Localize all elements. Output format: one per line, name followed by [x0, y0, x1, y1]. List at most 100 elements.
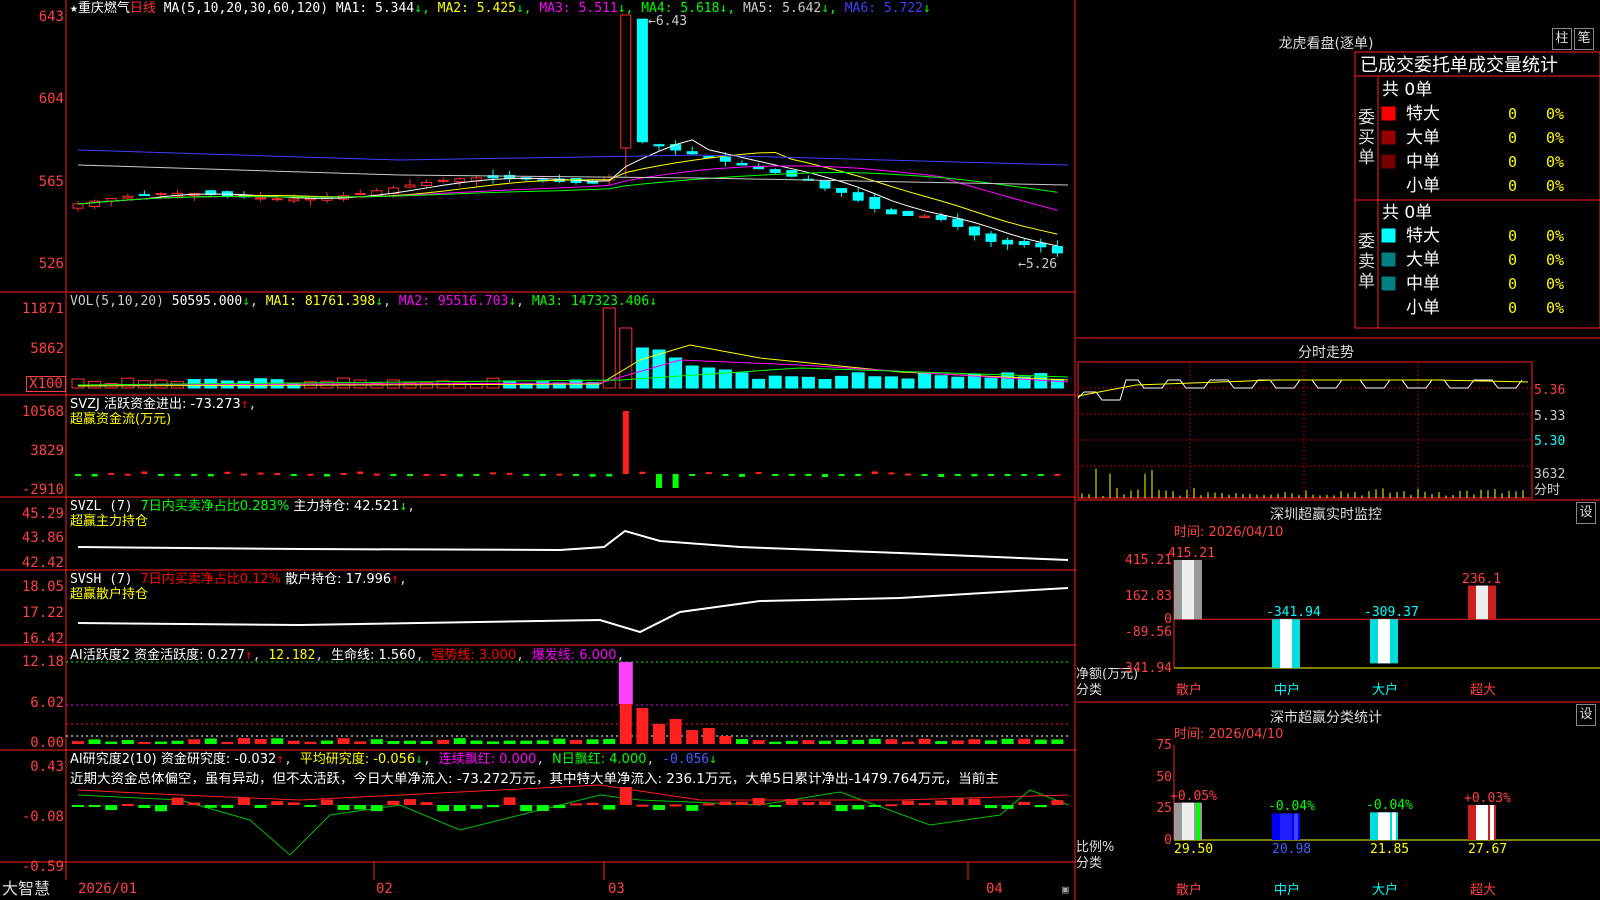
bar-highlight	[1378, 619, 1390, 664]
bar-accent	[1196, 802, 1200, 840]
fund-flow-bar	[75, 474, 81, 477]
activity-bar	[586, 739, 599, 744]
sz-class-change: +0.05%	[1170, 788, 1217, 804]
tick-view-button[interactable]: 笔	[1574, 28, 1594, 50]
ma-arrow: ↓,	[719, 1, 743, 16]
fund-flow-bar	[274, 473, 281, 476]
volume-bar	[984, 377, 998, 389]
svzj-sub: 超赢资金流(万元)	[70, 412, 172, 427]
candle-body	[952, 218, 964, 227]
candle-body	[919, 215, 931, 218]
ma-arrow: ↓,	[821, 1, 845, 16]
activity-bar	[72, 741, 84, 744]
ai1-ytick: 0.00	[30, 735, 64, 751]
sz-monitor-bar-label: -309.37	[1364, 605, 1419, 621]
activity-bar	[835, 740, 848, 744]
activity-bar	[503, 740, 516, 744]
candle-body	[885, 209, 897, 215]
row-name: 中单	[1406, 274, 1440, 294]
activity-bar	[736, 739, 748, 744]
activity-spike	[618, 662, 633, 704]
intraday-price: 5.33	[1534, 409, 1566, 424]
research-bar	[918, 803, 931, 806]
date-label: 04	[986, 881, 1003, 897]
vol-unit-button[interactable]: X100	[26, 376, 66, 392]
sz-monitor-settings-button[interactable]: 设	[1576, 502, 1596, 524]
volume-bar	[685, 365, 699, 389]
sz-class-settings-button[interactable]: 设	[1576, 704, 1596, 726]
sz-class-ytick: 75	[1156, 738, 1172, 753]
ma-value: MA6: 5.722	[844, 1, 923, 16]
research-bar	[785, 798, 798, 805]
row-value: 0	[1508, 129, 1518, 147]
fund-flow-bar	[855, 474, 862, 476]
candle-body	[985, 233, 997, 242]
bar-highlight	[1476, 585, 1488, 620]
fund-flow-bar	[357, 471, 364, 474]
candle-body	[1051, 246, 1063, 254]
research-bar	[603, 805, 616, 810]
research-bar	[1001, 805, 1014, 809]
research-bar	[204, 805, 217, 808]
fund-flow-bar	[241, 473, 247, 476]
research-bar	[802, 801, 815, 805]
candle-body	[304, 198, 316, 201]
svzl-ytick: 43.86	[21, 530, 64, 546]
ai1-ytick: 12.18	[21, 654, 64, 670]
fund-flow-bar	[423, 473, 430, 476]
row-value: 0	[1508, 227, 1518, 245]
main-ytick: 565	[38, 174, 64, 190]
fund-flow-bar	[141, 471, 148, 474]
sz-monitor-ytick: 415.21	[1125, 553, 1172, 568]
sz-monitor-category: 散户	[1176, 683, 1203, 698]
research-bar	[1034, 805, 1047, 808]
fund-flow-bar	[1021, 474, 1028, 476]
research-bar	[354, 805, 367, 810]
row-percent: 0%	[1546, 227, 1565, 245]
activity-bar	[453, 738, 466, 744]
ma-header: MA(5,10,20,30,60,120)	[163, 1, 329, 16]
sz-class-bar	[1468, 804, 1496, 840]
fund-flow-bar	[938, 474, 945, 477]
activity-bar	[221, 741, 234, 744]
fund-flow-bar	[158, 474, 164, 476]
volume-bar	[121, 377, 135, 389]
sz-monitor-bar	[1174, 560, 1202, 620]
activity-bar	[254, 738, 267, 744]
date-label: 03	[608, 881, 625, 897]
svsh-header: SVSH (7) 7日内买卖净占比0.12% 散户持仓: 17.996↑,	[70, 572, 407, 587]
sz-monitor-category: 中户	[1274, 683, 1301, 698]
fund-flow-bar	[954, 474, 961, 476]
volume-bar	[768, 375, 782, 389]
research-bar	[686, 805, 699, 811]
low-label: ←5.26	[1018, 257, 1058, 272]
sz-class-value: 21.85	[1370, 842, 1410, 857]
research-bar	[420, 802, 433, 805]
bar-accent	[1392, 812, 1396, 840]
research-bar	[105, 805, 118, 811]
left-chart-area[interactable]: ★重庆燃气日线 MA(5,10,20,30,60,120) MA1: 5.344…	[0, 0, 1076, 900]
brand-label: 大智慧	[2, 879, 51, 898]
research-bar	[370, 805, 383, 812]
fund-flow-bar	[772, 474, 779, 476]
activity-bar	[287, 740, 300, 744]
research-bar	[404, 799, 416, 805]
activity-bar	[702, 728, 715, 744]
research-bar	[819, 801, 831, 805]
fund-flow-bar	[573, 474, 579, 476]
lock-icon[interactable]: ▣	[1062, 882, 1069, 897]
sz-class-bar	[1272, 813, 1300, 840]
volume-bar	[868, 376, 882, 389]
dragon-tabs[interactable]: 已成交委托单成交量统计	[1360, 55, 1558, 77]
sz-class-value: 27.67	[1468, 842, 1508, 857]
fund-flow-bar	[589, 474, 596, 477]
sz-class-ytick: 50	[1156, 769, 1172, 785]
research-bar	[719, 801, 732, 805]
fund-flow-bar	[523, 474, 530, 476]
svsh-ytick: 17.22	[21, 605, 64, 621]
candle-body	[636, 18, 648, 143]
bar-view-button[interactable]: 柱	[1552, 28, 1572, 50]
activity-bar	[902, 741, 914, 744]
sz-class-xlabel: 分类	[1076, 856, 1103, 871]
ai2-ytick: 0.43	[30, 759, 64, 775]
